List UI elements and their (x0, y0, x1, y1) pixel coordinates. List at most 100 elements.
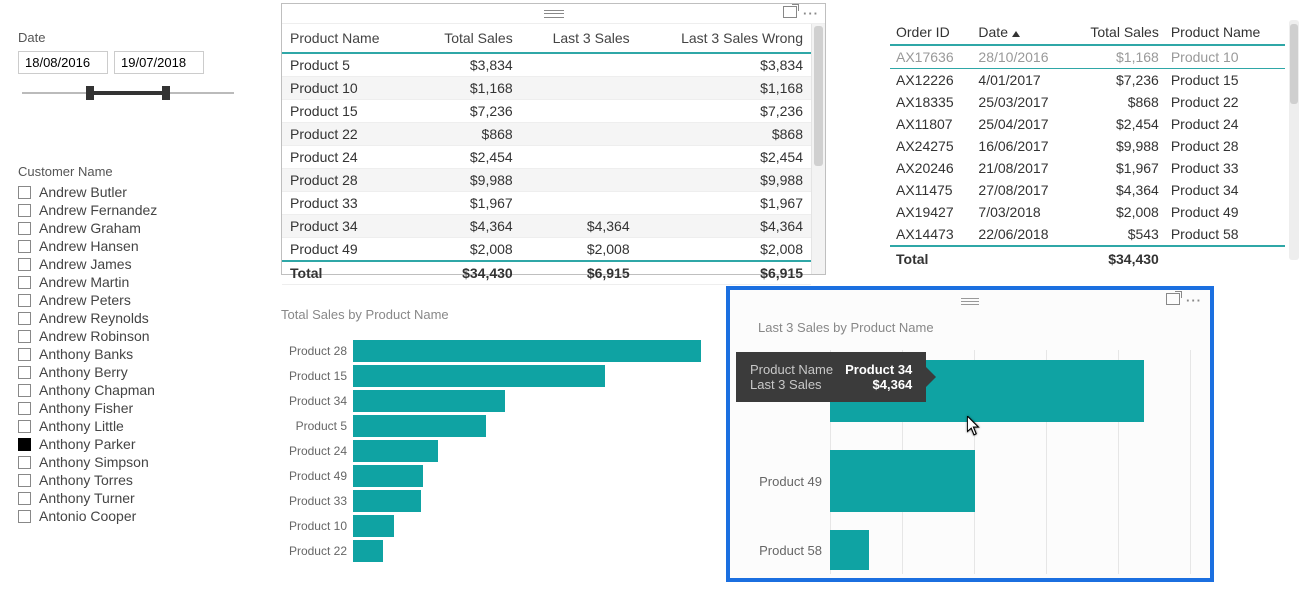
customer-list[interactable]: Andrew ButlerAndrew FernandezAndrew Grah… (18, 183, 238, 525)
table-row[interactable]: Product 49$2,008$2,008$2,008 (282, 238, 811, 262)
table-row[interactable]: Product 10$1,168$1,168 (282, 77, 811, 100)
table-row[interactable]: AX122264/01/2017$7,236Product 15 (890, 69, 1285, 92)
date-range-slider[interactable] (22, 82, 234, 104)
table-row[interactable]: AX2024621/08/2017$1,967Product 33 (890, 157, 1285, 179)
range-handle-end[interactable] (162, 86, 170, 100)
checkbox-icon[interactable] (18, 312, 31, 325)
customer-item[interactable]: Anthony Fisher (18, 399, 238, 417)
checkbox-icon[interactable] (18, 366, 31, 379)
more-options-icon[interactable]: ··· (803, 6, 819, 21)
column-header[interactable]: Product Name (1165, 20, 1285, 45)
scrollbar-thumb[interactable] (814, 26, 823, 166)
customer-item[interactable]: Andrew Robinson (18, 327, 238, 345)
table-row[interactable]: Product 5$3,834$3,834 (282, 53, 811, 77)
customer-item[interactable]: Anthony Simpson (18, 453, 238, 471)
customer-item[interactable]: Andrew Reynolds (18, 309, 238, 327)
bar[interactable]: Product 33 (281, 490, 701, 512)
bar[interactable]: Product 49 (281, 465, 701, 487)
checkbox-icon[interactable] (18, 456, 31, 469)
column-header[interactable]: Total Sales (1070, 20, 1165, 45)
checkbox-icon[interactable] (18, 186, 31, 199)
checkbox-icon[interactable] (18, 258, 31, 271)
date-from-input[interactable] (18, 51, 108, 74)
checkbox-icon[interactable] (18, 492, 31, 505)
customer-item[interactable]: Andrew Fernandez (18, 201, 238, 219)
checkbox-icon[interactable] (18, 510, 31, 523)
checkbox-icon[interactable] (18, 474, 31, 487)
table-row[interactable]: Product 15$7,236$7,236 (282, 100, 811, 123)
table-row[interactable]: AX1447322/06/2018$543Product 58 (890, 223, 1285, 246)
column-header[interactable]: Order ID (890, 20, 972, 45)
table-row[interactable]: AX1833525/03/2017$868Product 22 (890, 91, 1285, 113)
drag-grip-icon[interactable] (544, 10, 564, 18)
table-row[interactable]: AX194277/03/2018$2,008Product 49 (890, 201, 1285, 223)
checkbox-icon[interactable] (18, 204, 31, 217)
focus-mode-icon[interactable] (783, 6, 797, 18)
checkbox-icon[interactable] (18, 330, 31, 343)
checkbox-icon[interactable] (18, 240, 31, 253)
bar[interactable]: Product 10 (281, 515, 701, 537)
customer-item[interactable]: Anthony Torres (18, 471, 238, 489)
chart-title: Last 3 Sales by Product Name (758, 320, 1210, 335)
customer-item[interactable]: Anthony Little (18, 417, 238, 435)
table-row[interactable]: AX1147527/08/2017$4,364Product 34 (890, 179, 1285, 201)
table-row[interactable]: Product 28$9,988$9,988 (282, 169, 811, 192)
customer-item[interactable]: Anthony Berry (18, 363, 238, 381)
last3-sales-chart[interactable]: ··· Last 3 Sales by Product Name Product… (726, 286, 1214, 582)
table-row[interactable]: AX2427516/06/2017$9,988Product 28 (890, 135, 1285, 157)
checkbox-icon[interactable] (18, 294, 31, 307)
total-sales-chart[interactable]: Total Sales by Product Name Product 28Pr… (281, 305, 701, 580)
column-header[interactable]: Date (972, 20, 1069, 45)
customer-item[interactable]: Anthony Banks (18, 345, 238, 363)
scrollbar[interactable] (1289, 20, 1299, 260)
table-row[interactable]: AX1180725/04/2017$2,454Product 24 (890, 113, 1285, 135)
date-to-input[interactable] (114, 51, 204, 74)
table-row[interactable]: Product 24$2,454$2,454 (282, 146, 811, 169)
customer-item[interactable]: Anthony Parker (18, 435, 238, 453)
table-row[interactable]: Product 33$1,967$1,967 (282, 192, 811, 215)
column-header[interactable]: Last 3 Sales Wrong (638, 24, 811, 53)
more-options-icon[interactable]: ··· (1186, 293, 1202, 308)
focus-mode-icon[interactable] (1166, 293, 1180, 305)
bar[interactable]: Product 5 (281, 415, 701, 437)
product-table-visual[interactable]: ··· Product NameTotal SalesLast 3 SalesL… (281, 3, 826, 275)
bar[interactable]: Product 49 (730, 450, 1190, 512)
checkbox-icon[interactable] (18, 402, 31, 415)
scrollbar-thumb[interactable] (1290, 24, 1298, 104)
checkbox-icon[interactable] (18, 348, 31, 361)
range-handle-start[interactable] (86, 86, 94, 100)
product-table[interactable]: Product NameTotal SalesLast 3 SalesLast … (282, 24, 811, 285)
customer-item[interactable]: Anthony Chapman (18, 381, 238, 399)
bar[interactable]: Product 22 (281, 540, 701, 562)
table-row[interactable]: Product 22$868$868 (282, 123, 811, 146)
column-header[interactable]: Total Sales (415, 24, 521, 53)
orders-table[interactable]: Order IDDateTotal SalesProduct NameAX176… (890, 20, 1285, 270)
bar[interactable]: Product 24 (281, 440, 701, 462)
drag-grip-icon[interactable] (961, 298, 979, 305)
customer-item[interactable]: Andrew Butler (18, 183, 238, 201)
bar[interactable]: Product 34 (281, 390, 701, 412)
checkbox-icon[interactable] (18, 276, 31, 289)
table-row[interactable]: AX1763628/10/2016$1,168Product 10 (890, 45, 1285, 69)
customer-item[interactable]: Anthony Turner (18, 489, 238, 507)
checkbox-icon[interactable] (18, 420, 31, 433)
checkbox-icon[interactable] (18, 222, 31, 235)
customer-item[interactable]: Andrew James (18, 255, 238, 273)
bar[interactable]: Product 58 (730, 530, 1190, 570)
column-header[interactable]: Last 3 Sales (521, 24, 638, 53)
column-header[interactable]: Product Name (282, 24, 415, 53)
customer-item[interactable]: Andrew Peters (18, 291, 238, 309)
bar[interactable]: Product 15 (281, 365, 701, 387)
orders-table-visual[interactable]: Order IDDateTotal SalesProduct NameAX176… (890, 20, 1285, 270)
bar[interactable]: Product 28 (281, 340, 701, 362)
customer-item[interactable]: Andrew Martin (18, 273, 238, 291)
customer-label: Anthony Little (39, 418, 124, 434)
checkbox-icon[interactable] (18, 384, 31, 397)
customer-item[interactable]: Andrew Graham (18, 219, 238, 237)
table-row[interactable]: Product 34$4,364$4,364$4,364 (282, 215, 811, 238)
checkbox-icon[interactable] (18, 438, 31, 451)
bar-label: Product 10 (281, 519, 353, 533)
scrollbar[interactable] (811, 24, 825, 274)
customer-item[interactable]: Andrew Hansen (18, 237, 238, 255)
customer-item[interactable]: Antonio Cooper (18, 507, 238, 525)
